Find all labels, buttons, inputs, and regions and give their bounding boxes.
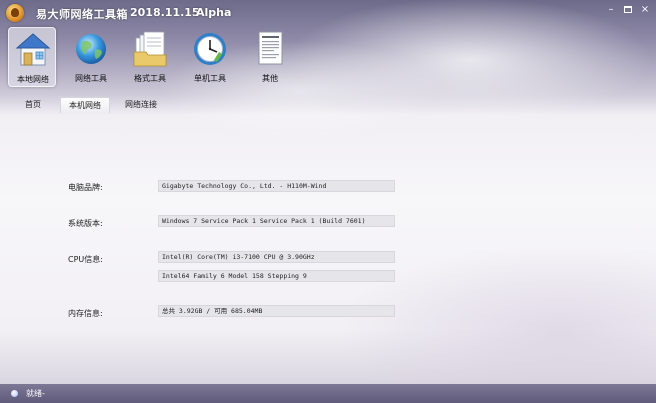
app-date: 2018.11.15: [130, 6, 200, 19]
status-text: 就绪-: [26, 389, 45, 398]
app-logo-icon: [6, 4, 24, 22]
title-bar[interactable]: 易大师网络工具箱 2018.11.15 Alpha – ×: [0, 0, 656, 26]
status-bar: 就绪-: [0, 384, 656, 403]
tool-label: 格式工具: [134, 74, 166, 83]
status-icon: [11, 390, 18, 397]
brand-field[interactable]: Gigabyte Technology Co., Ltd. - H110M-Wi…: [158, 180, 395, 192]
close-button[interactable]: ×: [638, 4, 652, 16]
tool-label: 单机工具: [194, 74, 226, 83]
tool-label: 网络工具: [75, 74, 107, 83]
minimize-icon: –: [608, 4, 614, 15]
clock-icon: [194, 33, 226, 65]
close-icon: ×: [640, 4, 650, 15]
app-window: 易大师网络工具箱 2018.11.15 Alpha – × 本地网络 网络工具 …: [0, 0, 656, 403]
os-label: 系统版本:: [68, 219, 103, 228]
tool-format-tools[interactable]: 格式工具: [126, 27, 174, 87]
tab-network-connections[interactable]: 网络连接: [116, 97, 166, 113]
main-toolbar: 本地网络 网络工具 格式工具 单机工具 其他: [8, 27, 328, 89]
tool-label: 其他: [262, 74, 278, 83]
cpu-label: CPU信息:: [68, 255, 103, 264]
tool-local-network[interactable]: 本地网络: [8, 27, 56, 87]
globe-icon: [76, 34, 106, 64]
document-icon: [258, 31, 283, 65]
brand-label: 电脑品牌:: [68, 183, 103, 192]
house-icon: [15, 33, 51, 66]
cpu-field-1[interactable]: Intel(R) Core(TM) i3-7100 CPU @ 3.90GHz: [158, 251, 395, 263]
tool-network-tools[interactable]: 网络工具: [67, 27, 115, 87]
tab-home[interactable]: 首页: [12, 97, 54, 113]
memory-label: 内存信息:: [68, 309, 103, 318]
maximize-icon: [624, 6, 632, 13]
cpu-field-2[interactable]: Intel64 Family 6 Model 158 Stepping 9: [158, 270, 395, 282]
maximize-button[interactable]: [621, 4, 635, 16]
tab-local-network[interactable]: 本机网络: [60, 97, 110, 113]
os-field[interactable]: Windows 7 Service Pack 1 Service Pack 1 …: [158, 215, 395, 227]
tool-other[interactable]: 其他: [246, 27, 294, 87]
tool-label: 本地网络: [17, 75, 49, 84]
memory-field[interactable]: 总共 3.92GB / 可用 685.04MB: [158, 305, 395, 317]
minimize-button[interactable]: –: [604, 4, 618, 16]
folder-documents-icon: [133, 31, 167, 67]
app-title: 易大师网络工具箱: [36, 8, 128, 21]
app-version: Alpha: [196, 6, 232, 19]
tool-standalone-tools[interactable]: 单机工具: [186, 27, 234, 87]
info-panel: 电脑品牌: Gigabyte Technology Co., Ltd. - H1…: [0, 114, 656, 384]
